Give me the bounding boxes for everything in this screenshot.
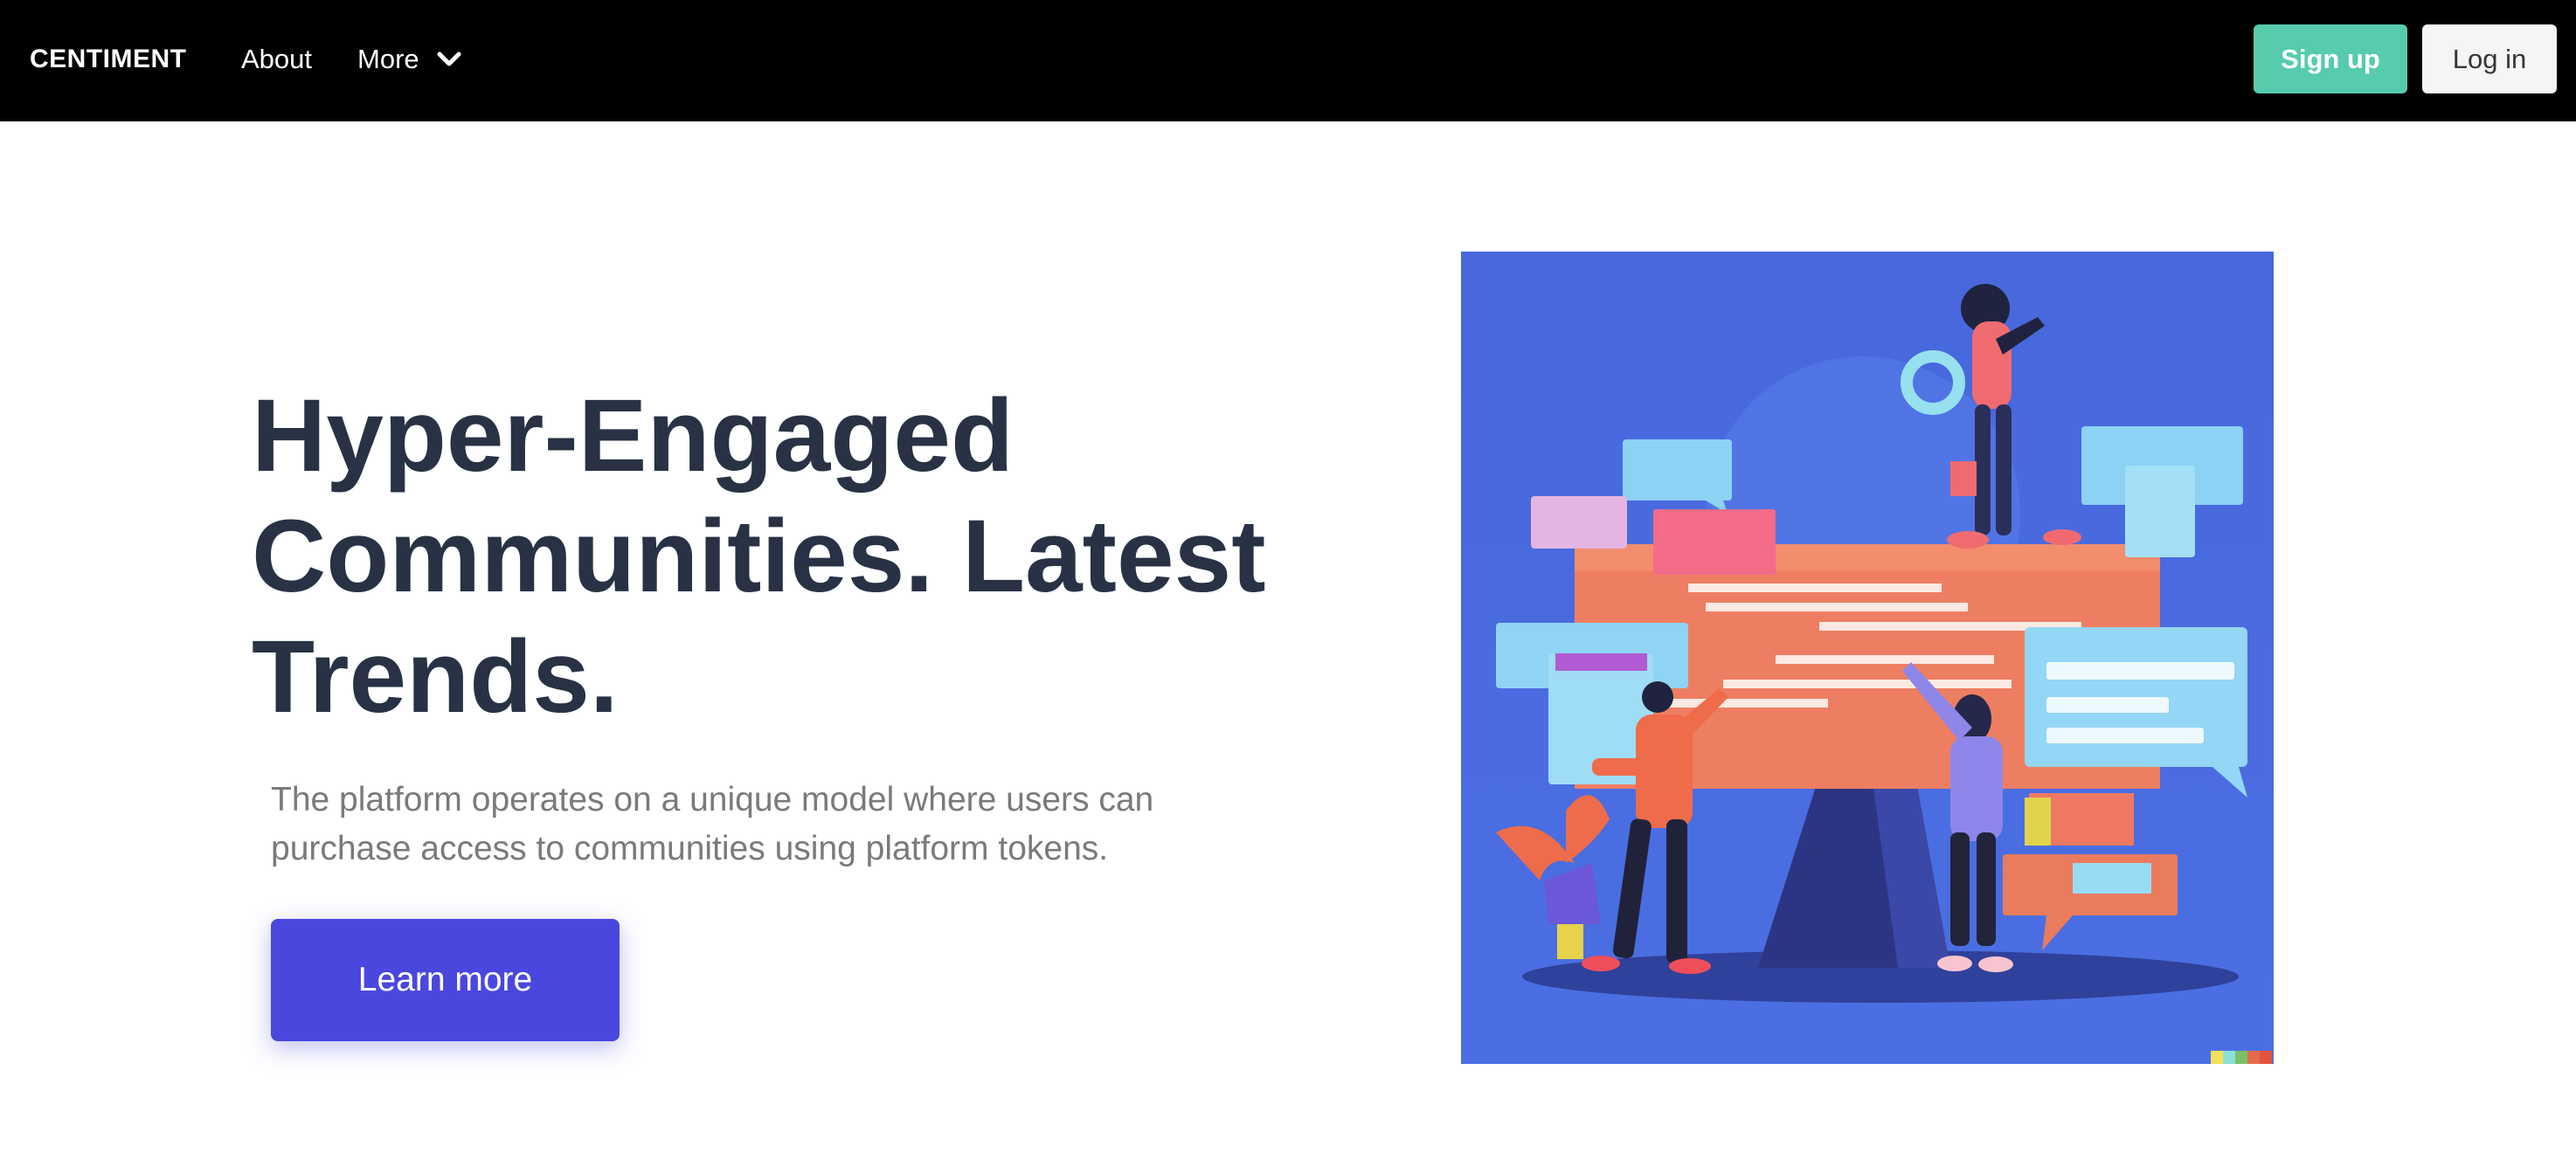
hero-illustration	[1461, 252, 2274, 1064]
nav-more-dropdown[interactable]: More	[357, 40, 461, 79]
top-navbar: CENTIMENT About More Sign up Log in	[0, 0, 2576, 121]
nav-more-label: More	[357, 44, 419, 74]
sign-up-button[interactable]: Sign up	[2254, 24, 2407, 93]
nav-about-link[interactable]: About	[241, 40, 312, 79]
chevron-down-icon	[437, 52, 461, 66]
learn-more-button[interactable]: Learn more	[271, 919, 620, 1041]
hero-subtitle: The platform operates on a unique model …	[271, 781, 1154, 867]
log-in-button[interactable]: Log in	[2422, 24, 2557, 93]
hero-title: Hyper-Engaged Communities. Latest Trends…	[252, 378, 1266, 735]
community-chat-illustration	[1461, 252, 2274, 1064]
brand-logo[interactable]: CENTIMENT	[30, 40, 187, 79]
